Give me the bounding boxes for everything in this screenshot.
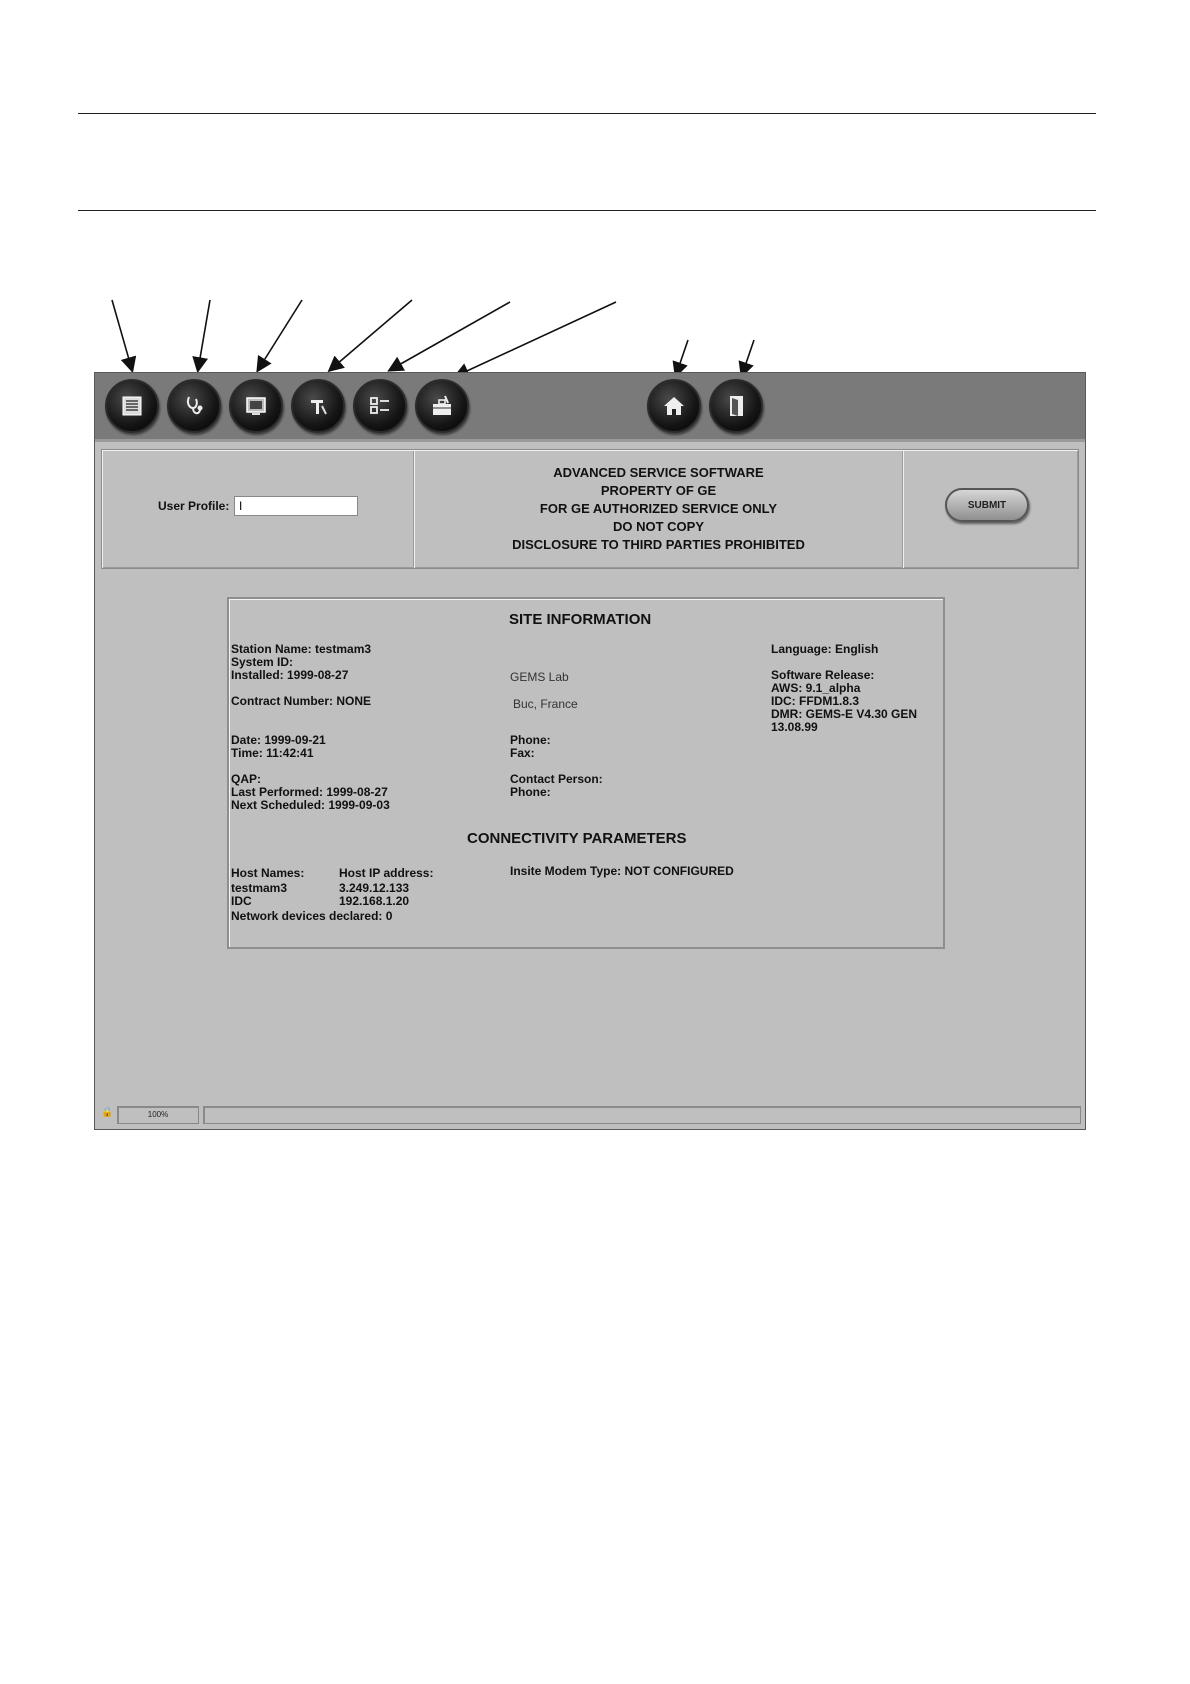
contact-phone: Phone: [510, 785, 551, 799]
site-information-panel: SITE INFORMATION Station Name: testmam3 … [227, 597, 945, 949]
status-bar: 🔒 100% [97, 1105, 1081, 1124]
site-location: Buc, France [513, 697, 578, 711]
callout-arrow [327, 299, 413, 373]
header-panel: User Profile: ADVANCED SERVICE SOFTWARE … [101, 449, 1079, 569]
callout-arrow [387, 301, 511, 372]
notice-line: ADVANCED SERVICE SOFTWARE [553, 465, 764, 480]
notice-cell: ADVANCED SERVICE SOFTWARE PROPERTY OF GE… [414, 450, 904, 568]
site-name: GEMS Lab [510, 670, 569, 684]
callout-arrow [738, 339, 755, 379]
current-time: Time: 11:42:41 [231, 746, 314, 760]
stethoscope-icon[interactable] [167, 379, 221, 433]
user-profile-label: User Profile: [158, 499, 230, 513]
submit-button[interactable]: SUBMIT [945, 488, 1029, 522]
exit-door-icon[interactable] [709, 379, 763, 433]
qap-next-scheduled: Next Scheduled: 1999-09-03 [231, 798, 390, 812]
submit-cell: SUBMIT [903, 450, 1078, 568]
top-rule [78, 113, 1096, 114]
callout-arrow [192, 299, 211, 374]
legal-notice: ADVANCED SERVICE SOFTWARE PROPERTY OF GE… [414, 464, 903, 554]
home-icon[interactable] [647, 379, 701, 433]
user-profile-cell: User Profile: [102, 450, 415, 568]
toolbar [95, 373, 1085, 442]
site-fax: Fax: [510, 746, 535, 760]
status-message-area [203, 1106, 1081, 1124]
callout-arrow [111, 299, 137, 374]
notice-line: DO NOT COPY [612, 519, 704, 534]
list-icon[interactable] [105, 379, 159, 433]
aws-browser-window: User Profile: ADVANCED SERVICE SOFTWARE … [94, 372, 1086, 1130]
callout-arrow [672, 339, 689, 379]
dmr-date: 13.08.99 [771, 720, 818, 734]
host-names-header: Host Names: [231, 866, 305, 880]
modem-type: Insite Modem Type: NOT CONFIGURED [510, 864, 734, 878]
contract-number: Contract Number: NONE [231, 694, 372, 708]
notice-line: PROPERTY OF GE [600, 483, 717, 498]
toolbox-icon[interactable] [415, 379, 469, 433]
zoom-level: 100% [117, 1106, 199, 1124]
host-ip-header: Host IP address: [339, 866, 434, 880]
tools-icon[interactable] [291, 379, 345, 433]
security-lock-icon: 🔒 [101, 1107, 114, 1118]
connectivity-title: CONNECTIVITY PARAMETERS [467, 830, 687, 847]
language: Language: English [771, 642, 879, 656]
host-ip: 192.168.1.20 [339, 894, 410, 908]
notice-line: FOR GE AUTHORIZED SERVICE ONLY [539, 501, 778, 516]
network-devices-declared: Network devices declared: 0 [231, 909, 393, 923]
host-name: IDC [231, 894, 252, 908]
installed-date: Installed: 1999-08-27 [231, 668, 349, 682]
callout-arrow [256, 299, 303, 373]
second-rule [78, 210, 1096, 211]
user-profile-input[interactable] [234, 496, 358, 516]
callout-arrow [453, 301, 617, 378]
checklist-icon[interactable] [353, 379, 407, 433]
notice-line: DISCLOSURE TO THIRD PARTIES PROHIBITED [512, 537, 805, 552]
site-information-title: SITE INFORMATION [509, 611, 652, 628]
monitor-icon[interactable] [229, 379, 283, 433]
